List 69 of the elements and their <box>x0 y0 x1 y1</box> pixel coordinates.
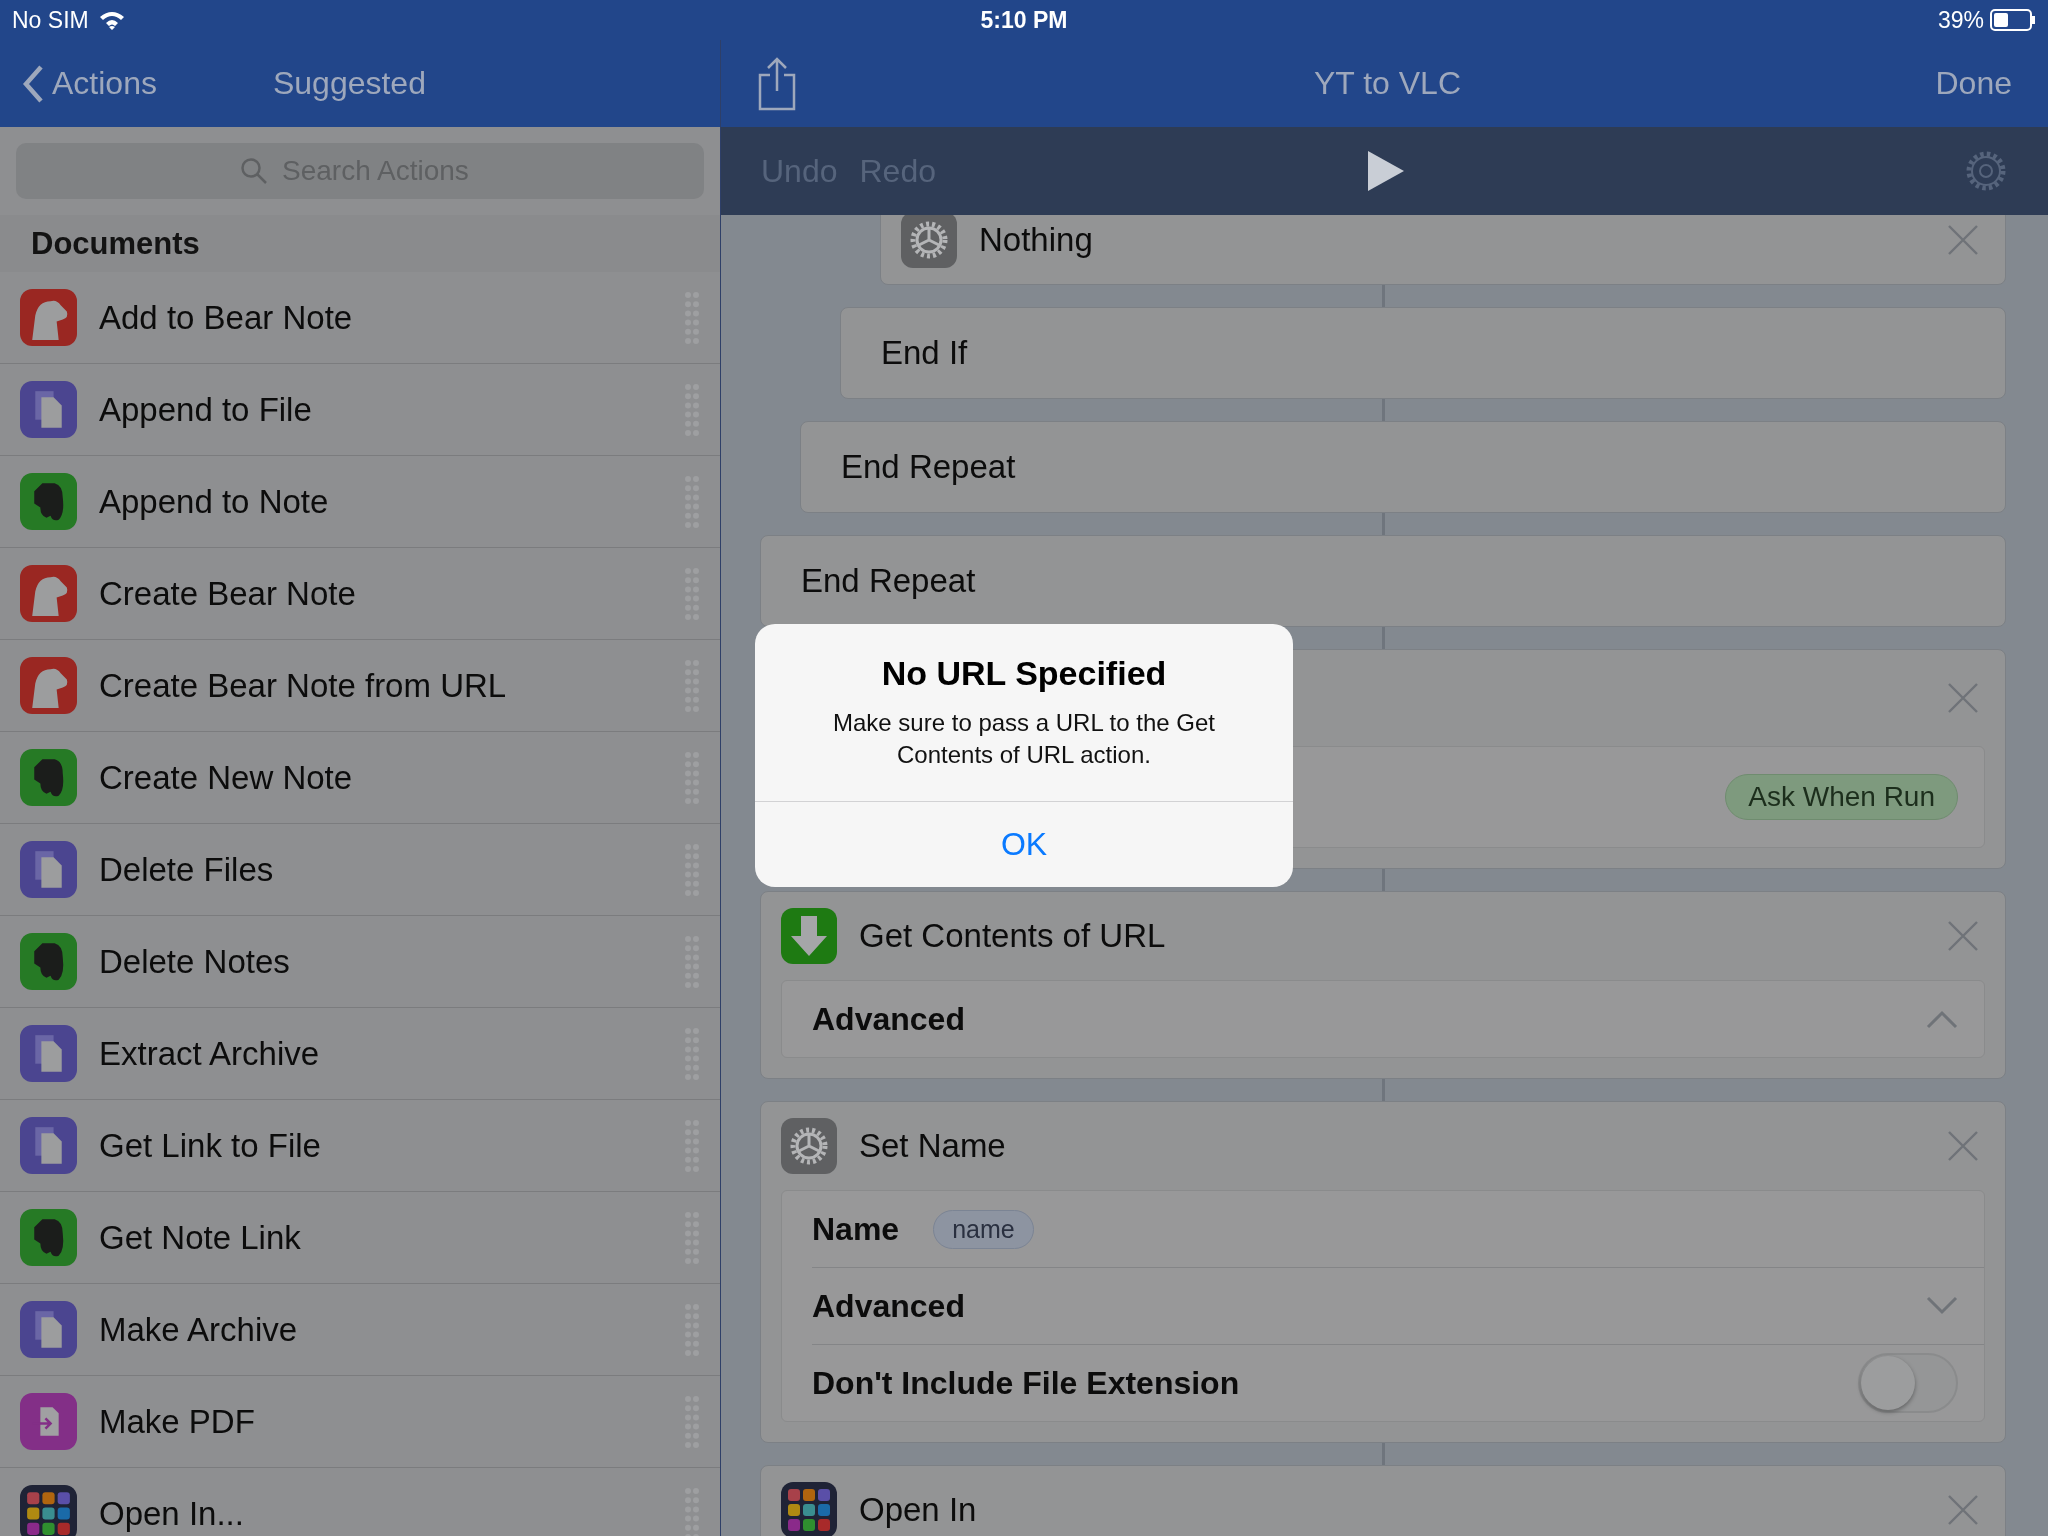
close-icon[interactable] <box>1947 224 1979 256</box>
ask-when-run-token[interactable]: Ask When Run <box>1725 774 1958 820</box>
chevron-icon[interactable] <box>1926 1009 1958 1029</box>
action-list-item[interactable]: Add to Bear Note <box>0 272 720 364</box>
close-icon[interactable] <box>1947 920 1979 952</box>
app-grid-icon <box>20 1485 77 1536</box>
parameter-label: Don't Include File Extension <box>812 1364 1240 1402</box>
action-list-item[interactable]: Append to Note <box>0 456 720 548</box>
action-list-item[interactable]: Create Bear Note <box>0 548 720 640</box>
back-button[interactable]: Actions <box>0 63 163 104</box>
action-list-item[interactable]: Get Link to File <box>0 1100 720 1192</box>
action-title: Open In <box>859 1491 978 1529</box>
ok-button[interactable]: OK <box>755 801 1293 887</box>
battery-icon <box>1990 9 2036 31</box>
action-title: Set Name <box>859 1127 1007 1165</box>
action-list-item[interactable]: Create New Note <box>0 732 720 824</box>
variable-token[interactable]: name <box>933 1209 1034 1249</box>
battery-label: 39% <box>1937 6 1984 34</box>
app-grid-icon <box>781 1482 837 1536</box>
action-list-item[interactable]: Make PDF <box>0 1376 720 1468</box>
action-list-item[interactable]: Open In... <box>0 1468 720 1536</box>
alert-message: Make sure to pass a URL to the Get Contents of URL action. <box>832 708 1216 770</box>
action-list-item[interactable]: Append to File <box>0 364 720 456</box>
done-button[interactable]: Done <box>1929 64 2018 103</box>
action-list-item[interactable]: Create Bear Note from URL <box>0 640 720 732</box>
back-chevron-icon <box>22 64 44 103</box>
carrier-label: No SIM <box>12 6 89 34</box>
advanced-label[interactable]: Advanced <box>812 1000 965 1038</box>
action-title: End Repeat <box>801 562 976 600</box>
action-list-item[interactable]: Delete Notes <box>0 916 720 1008</box>
bear-icon <box>20 565 77 622</box>
document-icon <box>20 1301 77 1358</box>
chevron-icon[interactable] <box>1926 1296 1958 1316</box>
action-title: End Repeat <box>841 448 1016 486</box>
gear-icon <box>781 1118 837 1174</box>
elephant-icon <box>20 1209 77 1266</box>
bear-icon <box>20 657 77 714</box>
wifi-icon <box>98 10 125 30</box>
download-icon <box>781 908 837 964</box>
section-header: Documents <box>31 225 200 262</box>
alert-title: No URL Specified <box>880 654 1168 693</box>
workflow-title: YT to VLC <box>1314 65 1461 102</box>
action-title: End If <box>881 334 968 372</box>
action-list-item[interactable]: Delete Files <box>0 824 720 916</box>
elephant-icon <box>20 749 77 806</box>
document-icon <box>20 1117 77 1174</box>
elephant-icon <box>20 473 77 530</box>
toggle-switch[interactable] <box>1858 1353 1958 1413</box>
bear-icon <box>20 289 77 346</box>
nav-title: Suggested <box>272 65 426 102</box>
share-icon[interactable] <box>757 56 797 111</box>
action-title: Get Contents of URL <box>859 917 1167 955</box>
close-icon[interactable] <box>1947 1130 1979 1162</box>
close-icon[interactable] <box>1947 1494 1979 1526</box>
action-list-item[interactable]: Get Note Link <box>0 1192 720 1284</box>
advanced-label[interactable]: Advanced <box>812 1287 965 1325</box>
parameter-label: Name <box>812 1210 900 1248</box>
close-icon[interactable] <box>1947 682 1979 714</box>
gear-icon <box>901 215 957 268</box>
settings-icon[interactable] <box>1964 149 2008 193</box>
document-icon <box>20 381 77 438</box>
action-list-item[interactable]: Make Archive <box>0 1284 720 1376</box>
elephant-icon <box>20 933 77 990</box>
action-title: Nothing <box>979 221 1094 259</box>
clock-label: 5:10 PM <box>980 6 1068 34</box>
document-icon <box>20 1025 77 1082</box>
pdf-document-icon <box>20 1393 77 1450</box>
action-list-item[interactable]: Extract Archive <box>0 1008 720 1100</box>
document-icon <box>20 841 77 898</box>
